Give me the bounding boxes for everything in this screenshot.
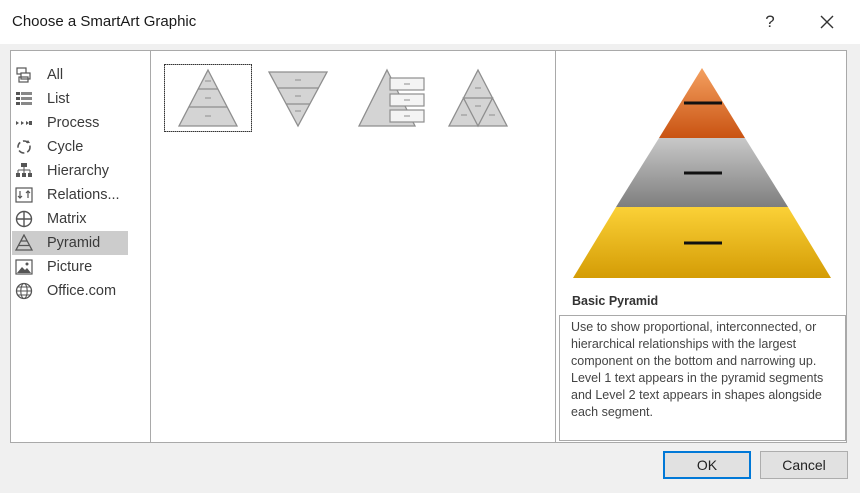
cycle-icon — [15, 138, 33, 156]
hierarchy-icon — [15, 162, 33, 180]
category-item-pyramid[interactable]: Pyramid — [12, 231, 128, 255]
segmented-pyramid-thumbnail — [447, 68, 509, 128]
pyramid-list-thumbnail — [357, 68, 425, 127]
layout-thumb-inverted-pyramid[interactable] — [254, 64, 342, 132]
category-label: List — [47, 91, 70, 107]
category-label: Office.com — [47, 283, 117, 299]
basic-pyramid-thumbnail — [177, 68, 239, 127]
preview-description: Use to show proportional, interconnected… — [559, 315, 846, 441]
category-label: Process — [47, 115, 100, 131]
category-item-cycle[interactable]: Cycle — [12, 135, 128, 159]
globe-icon — [15, 282, 33, 300]
inverted-pyramid-thumbnail — [267, 71, 329, 128]
preview-title: Basic Pyramid — [572, 294, 659, 308]
title-bar: Choose a SmartArt Graphic ? — [0, 0, 860, 44]
picture-icon — [15, 258, 33, 276]
pyramid-icon — [15, 234, 33, 252]
layout-thumb-pyramid-list[interactable] — [348, 64, 436, 132]
layout-thumb-basic-pyramid[interactable] — [164, 64, 252, 132]
ok-button[interactable]: OK — [663, 451, 751, 479]
layout-thumb-segmented-pyramid[interactable] — [434, 64, 522, 132]
category-item-office-com[interactable]: Office.com — [12, 279, 128, 303]
category-label: Relations... — [47, 187, 120, 203]
list-icon — [15, 90, 33, 108]
category-item-list[interactable]: List — [12, 87, 128, 111]
relationship-icon — [15, 186, 33, 204]
category-item-relationship[interactable]: Relations... — [12, 183, 128, 207]
close-button[interactable] — [813, 8, 841, 36]
category-label: All — [47, 67, 64, 83]
preview-pyramid-image — [573, 68, 831, 278]
category-label: Cycle — [47, 139, 84, 155]
close-icon — [820, 15, 834, 29]
process-icon — [15, 114, 33, 132]
category-item-hierarchy[interactable]: Hierarchy — [12, 159, 128, 183]
category-item-process[interactable]: Process — [12, 111, 128, 135]
category-label: Picture — [47, 259, 93, 275]
category-label: Pyramid — [47, 235, 101, 251]
dialog-title: Choose a SmartArt Graphic — [12, 13, 197, 30]
help-button[interactable]: ? — [756, 8, 784, 36]
category-label: Matrix — [47, 211, 87, 227]
category-label: Hierarchy — [47, 163, 110, 179]
category-item-picture[interactable]: Picture — [12, 255, 128, 279]
cancel-button[interactable]: Cancel — [760, 451, 848, 479]
matrix-icon — [15, 210, 33, 228]
category-item-all[interactable]: All — [12, 63, 128, 87]
category-item-matrix[interactable]: Matrix — [12, 207, 128, 231]
all-icon — [15, 66, 33, 84]
